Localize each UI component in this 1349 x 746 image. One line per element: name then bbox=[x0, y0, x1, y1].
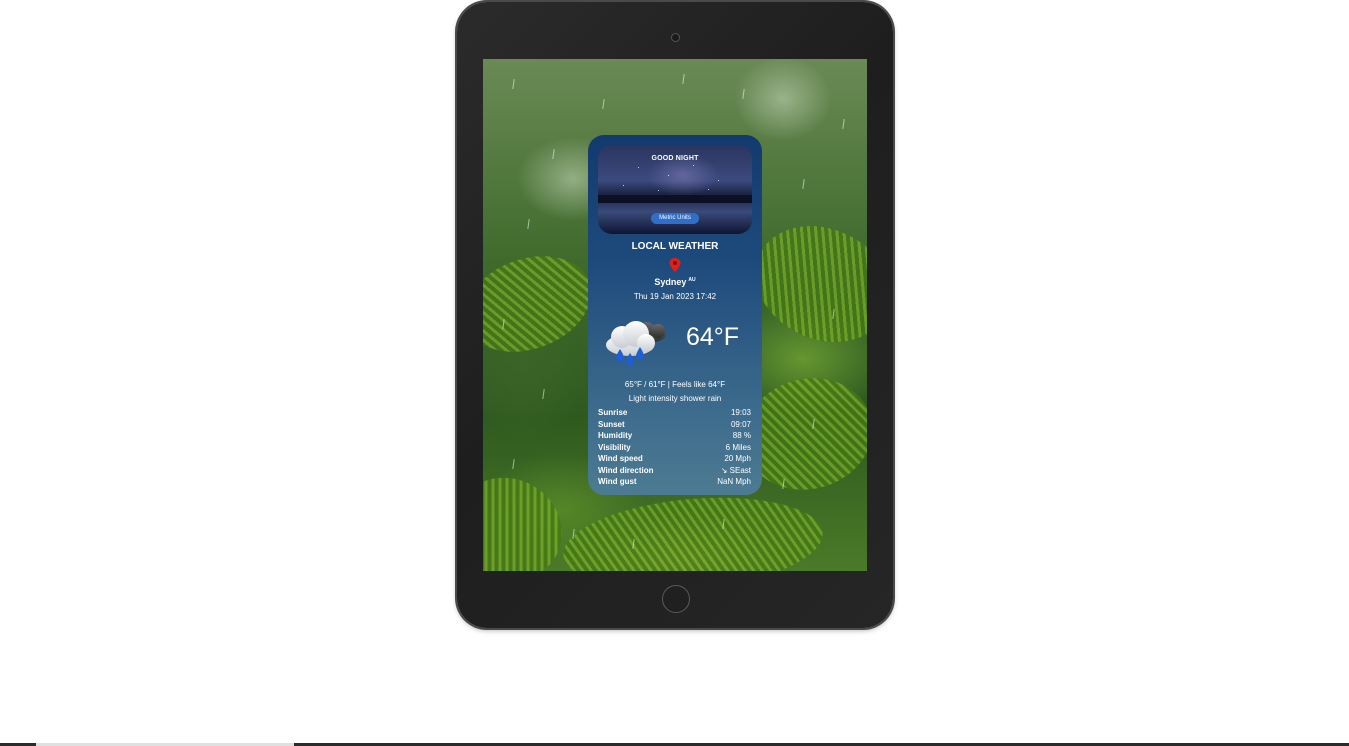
detail-row-visibility: Visibility 6 Miles bbox=[598, 442, 751, 454]
detail-value: 19:03 bbox=[730, 408, 751, 417]
detail-label: Wind speed bbox=[598, 454, 643, 463]
temp-range-feels-like: 65°F / 61°F | Feels like 64°F bbox=[624, 380, 726, 389]
detail-label: Visibility bbox=[598, 442, 631, 452]
detail-label: Humidity bbox=[598, 431, 633, 440]
country-code: AU bbox=[688, 277, 696, 283]
current-temperature: 64°F bbox=[686, 323, 740, 351]
weather-card: GOOD NIGHT Metric Units LOCAL WEATHER Sy… bbox=[588, 135, 762, 495]
horizon-treeline bbox=[598, 195, 752, 203]
greeting-text: GOOD NIGHT bbox=[651, 155, 699, 162]
detail-value: 09:07 bbox=[730, 419, 751, 429]
detail-label: Wind gust bbox=[598, 477, 637, 486]
fern-leaf bbox=[483, 239, 605, 369]
detail-value: ↘ SEast bbox=[720, 465, 751, 475]
detail-row-wind-gust: Wind gust NaN Mph bbox=[598, 476, 751, 488]
detail-row-wind-direction: Wind direction ↘ SEast bbox=[598, 465, 751, 477]
date-time: Thu 19 Jan 2023 17:42 bbox=[633, 292, 717, 301]
detail-value: 88 % bbox=[732, 431, 751, 440]
city-name: Sydney bbox=[654, 277, 687, 287]
widget-title: LOCAL WEATHER bbox=[631, 241, 719, 252]
fern-leaf bbox=[559, 487, 827, 571]
detail-value: NaN Mph bbox=[717, 477, 751, 486]
home-button[interactable] bbox=[662, 585, 690, 613]
rain-cloud-icon bbox=[606, 321, 666, 366]
detail-label: Wind direction bbox=[598, 465, 654, 475]
weather-details-list: Sunrise 19:03 Sunset 09:07 Humidity 88 %… bbox=[598, 407, 751, 488]
camera-icon bbox=[671, 33, 680, 42]
weather-description: Light intensity shower rain bbox=[628, 394, 722, 403]
detail-row-sunrise: Sunrise 19:03 bbox=[598, 407, 751, 419]
metric-units-button[interactable]: Metric Units bbox=[651, 213, 699, 224]
detail-label: Sunrise bbox=[598, 408, 628, 417]
detail-row-sunset: Sunset 09:07 bbox=[598, 419, 751, 431]
location-city: Sydney AU bbox=[588, 277, 762, 287]
detail-row-wind-speed: Wind speed 20 Mph bbox=[598, 453, 751, 465]
detail-row-humidity: Humidity 88 % bbox=[598, 430, 751, 442]
detail-label: Sunset bbox=[598, 419, 625, 429]
detail-value: 20 Mph bbox=[724, 454, 751, 463]
detail-value: 6 Miles bbox=[725, 442, 751, 452]
night-sky-image: GOOD NIGHT Metric Units bbox=[598, 145, 752, 234]
map-pin-icon bbox=[669, 258, 681, 272]
